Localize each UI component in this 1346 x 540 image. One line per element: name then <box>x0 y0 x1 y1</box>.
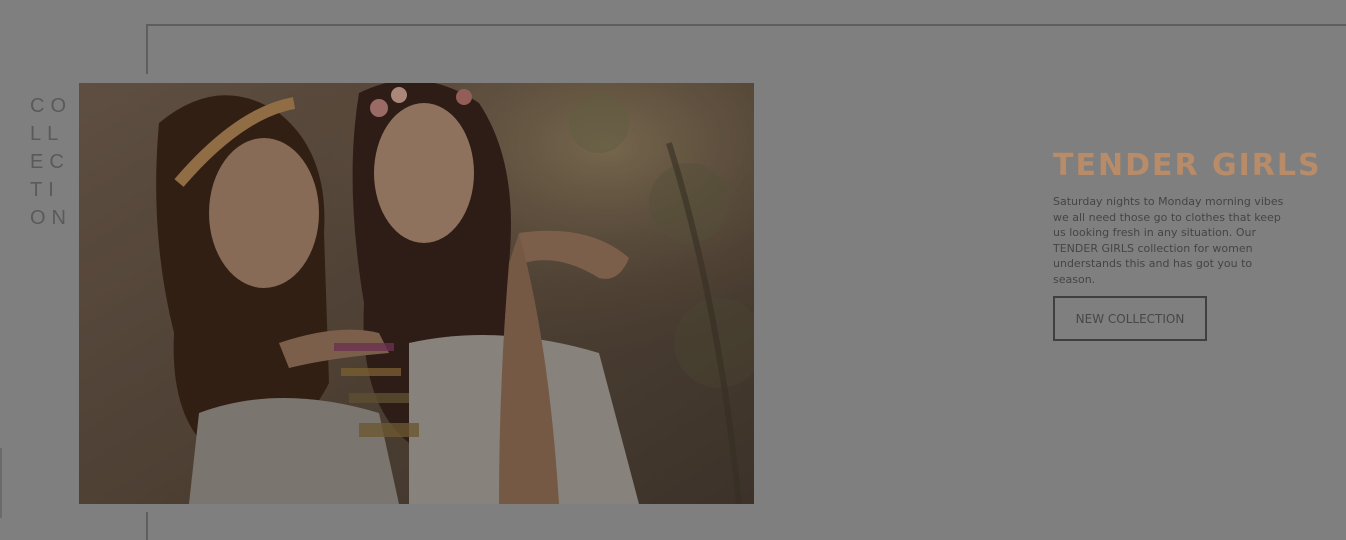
collection-letters-3: EC <box>30 151 70 173</box>
promo-description: Saturday nights to Monday morning vibes … <box>1053 195 1284 286</box>
slider-section: CO LL EC TI ON TENDER GIRLS Saturday nig… <box>0 0 1346 540</box>
hero-photo <box>79 83 754 504</box>
collection-letters-1: CO <box>30 95 72 117</box>
collection-letters-2: LL <box>30 123 65 145</box>
promo-title: TENDER GIRLS <box>1053 148 1322 183</box>
frame-line-left-upper <box>146 24 148 74</box>
frame-line-top <box>147 24 1346 26</box>
edge-marker <box>0 448 2 518</box>
frame-line-left-lower <box>146 512 148 540</box>
hero-photo-illustration <box>79 83 754 504</box>
collection-letters-4: TI <box>30 179 60 201</box>
collection-vertical-text: CO LL EC TI ON <box>30 92 76 232</box>
collection-letters-5: ON <box>30 207 72 229</box>
new-collection-button[interactable]: NEW COLLECTION <box>1053 296 1207 341</box>
